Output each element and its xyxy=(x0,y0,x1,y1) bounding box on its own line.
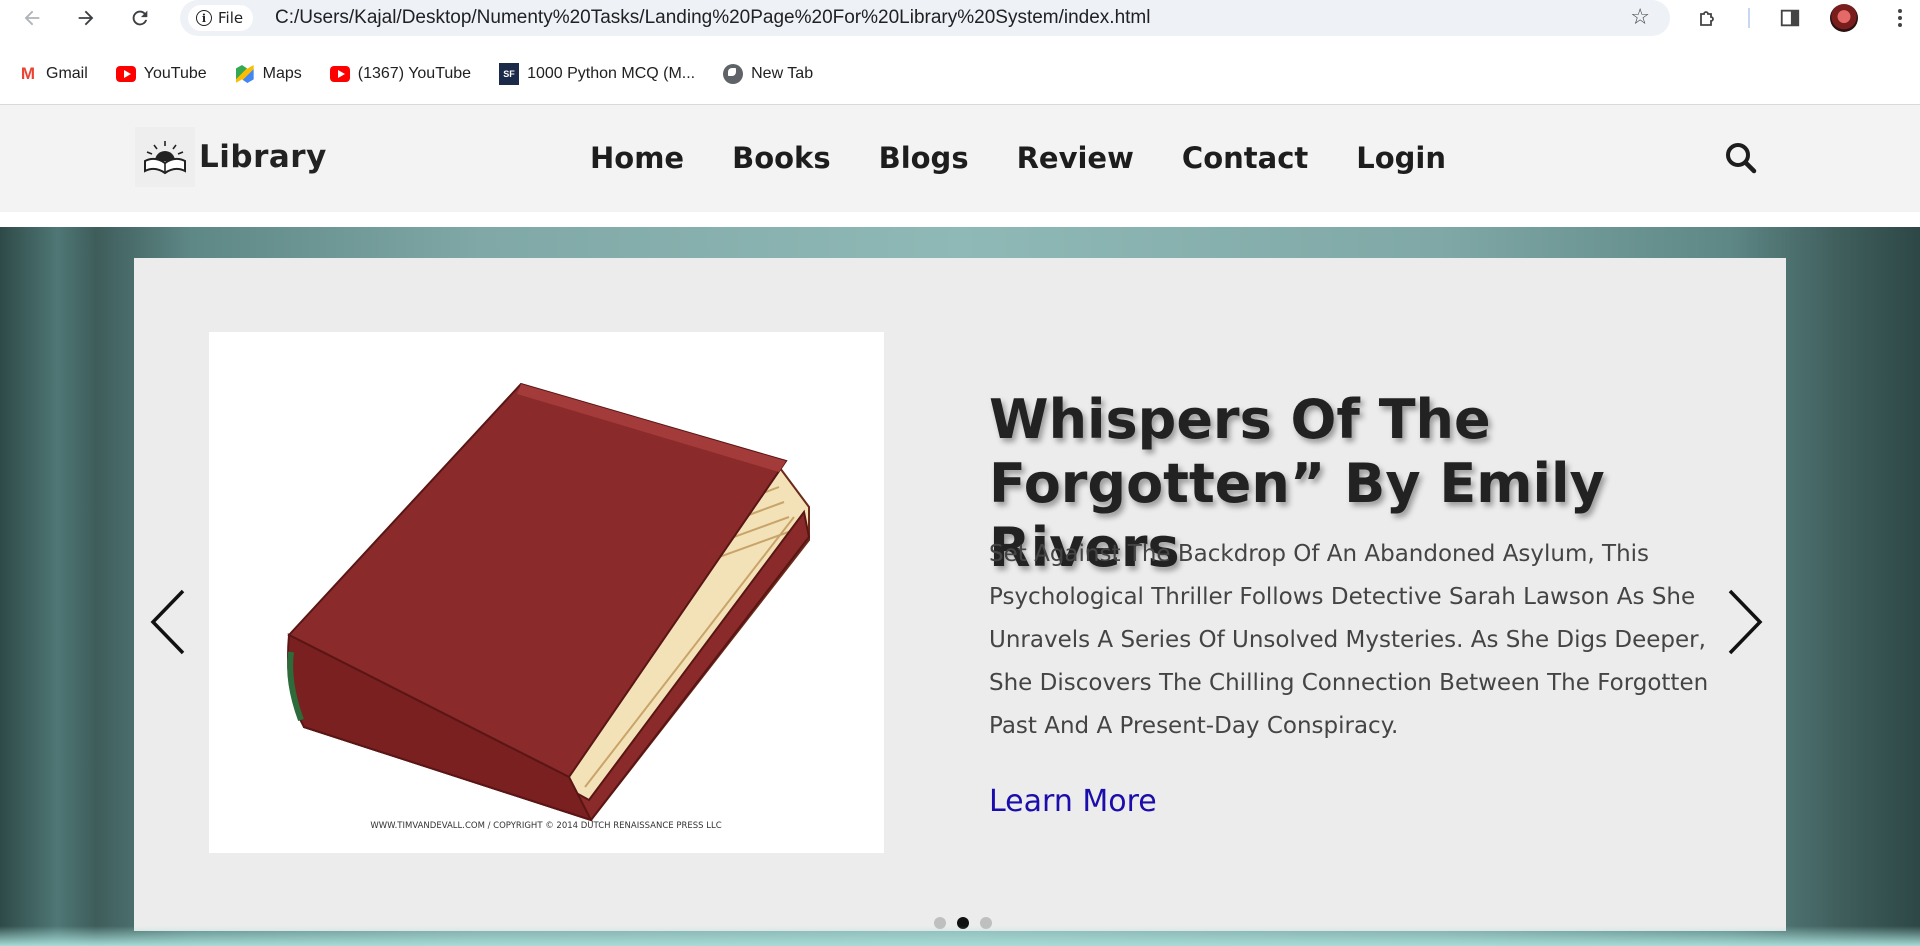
bookmark-label: Gmail xyxy=(46,65,88,82)
bookmark-youtube-1367[interactable]: (1367) YouTube xyxy=(329,65,472,83)
hero-bottom-fade xyxy=(0,926,1920,946)
chevron-left-icon xyxy=(150,589,185,655)
bookmark-gmail[interactable]: M Gmail xyxy=(18,64,88,83)
nav-login[interactable]: Login xyxy=(1356,141,1446,175)
main-nav: Home Books Blogs Review Contact Login xyxy=(590,141,1446,175)
browser-toolbar: i File C:/Users/Kajal/Desktop/Numenty%20… xyxy=(0,0,1920,36)
bookmark-youtube[interactable]: YouTube xyxy=(115,65,207,83)
back-arrow-icon xyxy=(24,10,40,26)
reload-icon xyxy=(132,10,148,26)
bookmark-maps[interactable]: Maps xyxy=(235,65,302,83)
info-icon: i xyxy=(196,10,212,26)
bookmark-label: 1000 Python MCQ (M... xyxy=(527,65,696,82)
bookmark-python-mcq[interactable]: SF 1000 Python MCQ (M... xyxy=(499,63,696,85)
sanfoundry-icon: SF xyxy=(499,63,520,85)
nav-blogs[interactable]: Blogs xyxy=(879,141,969,175)
side-panel-icon[interactable] xyxy=(1776,4,1804,32)
bookmark-label: Maps xyxy=(262,65,302,82)
open-book-logo-icon xyxy=(135,127,195,187)
bookmark-label: YouTube xyxy=(143,65,207,82)
youtube-icon xyxy=(329,66,350,82)
browser-menu-icon[interactable] xyxy=(1890,4,1910,32)
nav-review[interactable]: Review xyxy=(1017,141,1134,175)
back-button[interactable] xyxy=(18,4,46,32)
address-bar[interactable]: i File C:/Users/Kajal/Desktop/Numenty%20… xyxy=(180,0,1670,36)
slide-description: Set Against The Backdrop Of An Abandoned… xyxy=(989,541,1709,739)
bookmark-star-icon[interactable]: ☆ xyxy=(1630,5,1650,30)
url-text[interactable]: C:/Users/Kajal/Desktop/Numenty%20Tasks/L… xyxy=(275,7,1150,29)
nav-books[interactable]: Books xyxy=(732,141,831,175)
forward-button[interactable] xyxy=(72,4,100,32)
forward-arrow-icon xyxy=(78,10,94,26)
image-caption: WWW.TIMVANDEVALL.COM / COPYRIGHT © 2014 … xyxy=(370,821,721,831)
bookmark-label: (1367) YouTube xyxy=(357,65,472,82)
logo-text: Library xyxy=(199,139,327,175)
site-info-chip[interactable]: i File xyxy=(188,5,254,31)
bookmark-new-tab[interactable]: New Tab xyxy=(723,64,814,84)
chevron-right-icon xyxy=(1728,589,1763,655)
slider-prev-button[interactable] xyxy=(149,587,189,657)
globe-icon xyxy=(723,64,744,84)
learn-more-link[interactable]: Learn More xyxy=(989,784,1157,819)
slider-next-button[interactable] xyxy=(1724,587,1764,657)
site-logo[interactable]: Library xyxy=(135,127,327,187)
toolbar-separator xyxy=(1748,8,1750,28)
nav-contact[interactable]: Contact xyxy=(1182,141,1308,175)
bookmarks-bar: M Gmail YouTube Maps (1367) YouTube SF 1… xyxy=(0,56,1920,92)
search-icon[interactable] xyxy=(1723,140,1759,176)
book-image: WWW.TIMVANDEVALL.COM / COPYRIGHT © 2014 … xyxy=(209,332,884,853)
file-chip-label: File xyxy=(218,9,244,27)
hero-slider: WWW.TIMVANDEVALL.COM / COPYRIGHT © 2014 … xyxy=(0,227,1920,946)
profile-avatar[interactable] xyxy=(1830,4,1858,32)
extensions-icon[interactable] xyxy=(1694,4,1722,32)
bookmark-label: New Tab xyxy=(751,65,814,82)
gmail-icon: M xyxy=(20,64,36,83)
youtube-icon xyxy=(115,66,136,82)
nav-home[interactable]: Home xyxy=(590,141,684,175)
slide-card: WWW.TIMVANDEVALL.COM / COPYRIGHT © 2014 … xyxy=(134,258,1786,931)
maps-icon xyxy=(235,65,255,83)
reload-button[interactable] xyxy=(126,4,154,32)
red-book-illustration: WWW.TIMVANDEVALL.COM / COPYRIGHT © 2014 … xyxy=(287,382,811,831)
site-header: Library Home Books Blogs Review Contact … xyxy=(0,105,1920,212)
